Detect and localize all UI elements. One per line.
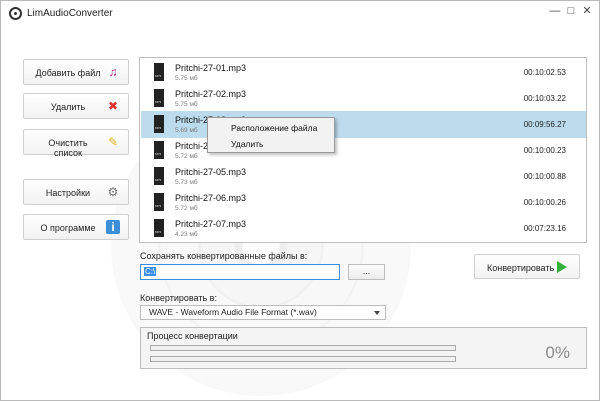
save-path-label: Сохранять конвертированные файлы в: — [140, 251, 308, 261]
app-logo-icon — [9, 7, 22, 20]
file-row[interactable]: Pritchi-27-02.mp3 5.75 мб 00:10:03.22 — [141, 85, 586, 112]
file-size: 5.75 мб — [175, 101, 198, 108]
file-row[interactable]: Pritchi-27-06.mp3 5.72 мб 00:10:00.26 — [141, 189, 586, 216]
mp3-file-icon — [154, 219, 164, 237]
file-duration: 00:10:00.23 — [523, 146, 566, 155]
file-duration: 00:10:00.88 — [523, 172, 566, 181]
mp3-file-icon — [154, 89, 164, 107]
info-icon: i — [106, 220, 120, 234]
close-button[interactable]: ✕ — [573, 1, 599, 21]
mp3-file-icon — [154, 167, 164, 185]
title-bar: LimAudioConverter — □ ✕ — [1, 1, 599, 27]
convert-label: Конвертировать — [487, 263, 555, 273]
add-file-label: Добавить файл — [35, 68, 101, 78]
broom-icon: ✎ — [107, 135, 119, 149]
file-duration: 00:09:56.27 — [523, 120, 566, 129]
menu-item-file-location[interactable]: Расположение файла — [209, 120, 333, 136]
file-duration: 00:10:03.22 — [523, 94, 566, 103]
mp3-file-icon — [154, 141, 164, 159]
convert-button[interactable]: Конвертировать — [474, 254, 580, 279]
file-size: 5.72 мб — [175, 205, 198, 212]
file-size: 5.75 мб — [175, 75, 198, 82]
format-select[interactable]: WAVE - Waveform Audio File Format (*.wav… — [140, 305, 386, 320]
settings-button[interactable]: Настройки ⚙ — [23, 179, 129, 205]
save-path-input[interactable]: C:\ — [140, 264, 340, 280]
progress-percent: 0% — [545, 343, 570, 362]
file-size: 4.23 мб — [175, 231, 198, 238]
file-name: Pritchi-27-01.mp3 — [175, 63, 247, 73]
file-duration: 00:07:23.16 — [523, 224, 566, 233]
progress-title: Процесс конвертации — [147, 331, 238, 341]
mp3-file-icon — [154, 115, 164, 133]
file-size: 5.72 мб — [175, 153, 198, 160]
menu-item-delete[interactable]: Удалить — [209, 136, 333, 152]
file-row[interactable]: Pritchi-27-01.mp3 5.75 мб 00:10:02.53 — [141, 59, 586, 86]
file-name: Pritchi-27-07.mp3 — [175, 219, 247, 229]
file-name: Pritchi-27-02.mp3 — [175, 89, 247, 99]
remove-file-label: Удалить — [50, 102, 86, 112]
delete-x-icon: ✖ — [107, 99, 119, 113]
settings-label: Настройки — [45, 188, 91, 198]
save-path-value: C:\ — [144, 267, 157, 276]
about-label: О программе — [40, 223, 96, 233]
file-name: Pritchi-27-06.mp3 — [175, 193, 247, 203]
format-selected-value: WAVE - Waveform Audio File Format (*.wav… — [149, 307, 317, 317]
context-menu: Расположение файла Удалить — [207, 117, 335, 153]
play-icon — [557, 261, 567, 273]
file-duration: 00:10:02.53 — [523, 68, 566, 77]
file-size: 5.73 мб — [175, 179, 198, 186]
progress-bar-current — [150, 345, 456, 351]
mp3-file-icon — [154, 63, 164, 81]
gear-icon: ⚙ — [107, 185, 119, 199]
file-name: Pritchi-27-05.mp3 — [175, 167, 247, 177]
file-duration: 00:10:00.26 — [523, 198, 566, 207]
clear-list-button[interactable]: Очистить список ✎ — [23, 129, 129, 158]
progress-panel: Процесс конвертации 0% — [140, 327, 587, 369]
file-size: 5.69 мб — [175, 127, 198, 134]
chevron-down-icon — [374, 311, 380, 315]
remove-file-button[interactable]: Удалить ✖ — [23, 93, 129, 119]
about-button[interactable]: О программе i — [23, 214, 129, 240]
file-row[interactable]: Pritchi-27-07.mp3 4.23 мб 00:07:23.16 — [141, 215, 586, 242]
mp3-file-icon — [154, 193, 164, 211]
music-note-icon: ♫ — [108, 65, 118, 79]
window-title: LimAudioConverter — [27, 8, 113, 19]
app-window: LimAudioConverter — □ ✕ Добавить файл ♫ … — [0, 0, 600, 401]
clear-list-label: Очистить список — [48, 138, 88, 158]
format-label: Конвертировать в: — [140, 293, 217, 303]
browse-button[interactable]: ... — [348, 264, 385, 280]
add-file-button[interactable]: Добавить файл ♫ — [23, 59, 129, 85]
file-row[interactable]: Pritchi-27-05.mp3 5.73 мб 00:10:00.88 — [141, 163, 586, 190]
progress-bar-total — [150, 356, 456, 362]
